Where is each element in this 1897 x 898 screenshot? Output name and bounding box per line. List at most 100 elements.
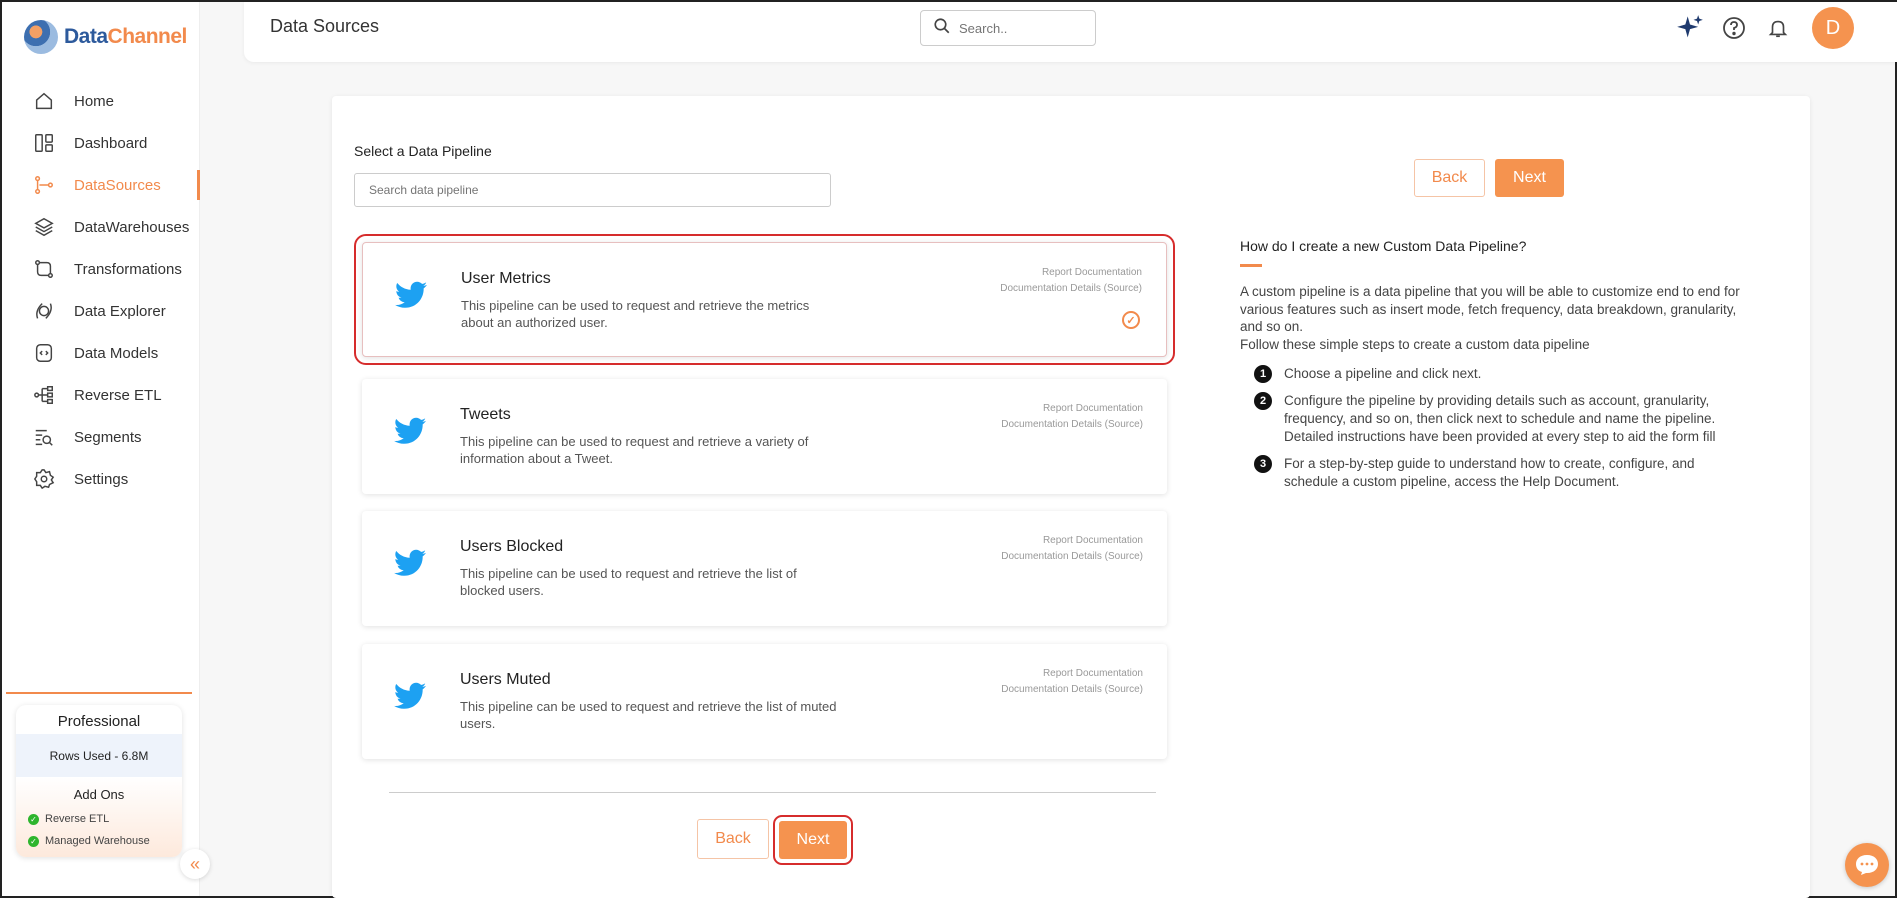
twitter-icon	[394, 682, 426, 709]
top-icons: D	[1675, 2, 1897, 54]
sidebar-divider	[6, 692, 192, 694]
step-number: 3	[1254, 455, 1272, 473]
twitter-icon	[395, 281, 427, 308]
report-documentation-link[interactable]: Report Documentation	[1043, 403, 1143, 414]
step-text: Choose a pipeline and click next.	[1284, 366, 1482, 381]
sidebar-item-data-models[interactable]: Data Models	[2, 332, 200, 374]
avatar[interactable]: D	[1812, 7, 1854, 49]
help-paragraph: A custom pipeline is a data pipeline tha…	[1240, 284, 1740, 334]
sidebar-item-datawarehouses[interactable]: DataWarehouses	[2, 206, 200, 248]
double-chevron-left-icon: «	[189, 853, 200, 874]
datasources-icon	[32, 173, 56, 197]
pipeline-card-tweets[interactable]: Tweets This pipeline can be used to requ…	[362, 379, 1167, 494]
sidebar-item-settings[interactable]: Settings	[2, 458, 200, 500]
pipeline-title: Users Muted	[460, 671, 551, 688]
next-button-top[interactable]: Next	[1495, 159, 1564, 197]
report-documentation-link[interactable]: Report Documentation	[1042, 267, 1142, 278]
explorer-icon	[32, 299, 56, 323]
step-number: 1	[1254, 365, 1272, 383]
sidebar-item-label: DataSources	[74, 176, 161, 194]
search-icon	[933, 17, 951, 40]
top-bar: Data Sources D	[244, 2, 1897, 62]
footer-divider	[389, 792, 1156, 793]
pipeline-description: This pipeline can be used to request and…	[460, 566, 797, 598]
sidebar-item-label: Settings	[74, 470, 129, 488]
reverse-etl-icon	[32, 383, 56, 407]
plan-name: Professional	[57, 713, 141, 730]
help-panel: How do I create a new Custom Data Pipeli…	[1240, 238, 1750, 500]
pipeline-title: Tweets	[460, 406, 511, 423]
sidebar-item-segments[interactable]: Segments	[2, 416, 200, 458]
pipeline-description: This pipeline can be used to request and…	[460, 699, 837, 731]
twitter-icon	[394, 549, 426, 576]
collapse-sidebar-button[interactable]: «	[180, 849, 210, 879]
brand-name: DataChannel	[64, 25, 187, 48]
search-input[interactable]	[959, 20, 1079, 36]
brand-logo[interactable]: DataChannel	[24, 20, 187, 54]
selected-check-icon: ✓	[1122, 311, 1140, 329]
select-pipeline-label: Select a Data Pipeline	[354, 143, 492, 159]
check-icon: ✓	[28, 813, 39, 825]
sidebar-item-transformations[interactable]: Transformations	[2, 248, 200, 290]
help-steps: 1 Choose a pipeline and click next. 2 Conf…	[1240, 365, 1750, 491]
page-title: Data Sources	[270, 16, 380, 36]
step-text: For a step-by-step guide to understand h…	[1284, 456, 1695, 489]
sidebar-item-datasources[interactable]: DataSources	[2, 164, 200, 206]
pipeline-description: This pipeline can be used to request and…	[461, 298, 810, 330]
main-card: Select a Data Pipeline Back Next User Me…	[332, 96, 1810, 898]
documentation-details-link[interactable]: Documentation Details (Source)	[1001, 684, 1143, 695]
dashboard-icon	[32, 131, 56, 155]
chat-icon	[1856, 855, 1878, 875]
documentation-details-link[interactable]: Documentation Details (Source)	[1001, 551, 1143, 562]
back-button-top[interactable]: Back	[1414, 159, 1485, 197]
pipeline-card-users-muted[interactable]: Users Muted This pipeline can be used to…	[362, 644, 1167, 759]
chat-button[interactable]	[1845, 843, 1889, 887]
sidebar-item-label: Reverse ETL	[74, 386, 162, 404]
next-button-bottom[interactable]: Next	[773, 815, 853, 865]
plan-card: Professional Rows Used - 6.8M Add Ons ✓ R…	[16, 705, 182, 857]
pipeline-card-user-metrics[interactable]: User Metrics This pipeline can be used t…	[354, 234, 1175, 365]
pipeline-card-users-blocked[interactable]: Users Blocked This pipeline can be used …	[362, 511, 1167, 626]
bell-icon[interactable]	[1763, 13, 1793, 43]
sidebar: DataChannel Home Dashboard DataSources D…	[2, 2, 200, 896]
global-search[interactable]	[920, 10, 1096, 46]
sidebar-item-home[interactable]: Home	[2, 80, 200, 122]
twitter-icon	[394, 417, 426, 444]
pipeline-description: This pipeline can be used to request and…	[460, 434, 809, 466]
pipeline-search-input[interactable]	[354, 173, 831, 207]
segments-icon	[32, 425, 56, 449]
help-step: 2 Configure the pipeline by providing det…	[1240, 392, 1750, 446]
step-number: 2	[1254, 392, 1272, 410]
pipeline-title: Users Blocked	[460, 538, 564, 555]
help-step: 1 Choose a pipeline and click next.	[1240, 365, 1750, 383]
sidebar-nav: Home Dashboard DataSources DataWarehouse…	[2, 80, 200, 500]
report-documentation-link[interactable]: Report Documentation	[1043, 535, 1143, 546]
sidebar-item-dashboard[interactable]: Dashboard	[2, 122, 200, 164]
rows-used: Rows Used - 6.8M	[16, 734, 182, 777]
back-button-bottom[interactable]: Back	[697, 819, 769, 859]
sidebar-item-label: Data Models	[74, 344, 159, 362]
help-accent-bar	[1240, 264, 1262, 267]
documentation-details-link[interactable]: Documentation Details (Source)	[1000, 283, 1142, 294]
step-text: Configure the pipeline by providing deta…	[1284, 393, 1716, 444]
sidebar-item-label: Segments	[74, 428, 142, 446]
sparkle-ai-icon[interactable]	[1675, 13, 1705, 43]
transform-icon	[32, 257, 56, 281]
models-icon	[32, 341, 56, 365]
help-icon[interactable]	[1719, 13, 1749, 43]
help-title: How do I create a new Custom Data Pipeli…	[1240, 238, 1527, 254]
sidebar-item-data-explorer[interactable]: Data Explorer	[2, 290, 200, 332]
home-icon	[32, 89, 56, 113]
globe-logo-icon	[24, 20, 58, 54]
sidebar-item-label: Data Explorer	[74, 302, 166, 320]
documentation-details-link[interactable]: Documentation Details (Source)	[1001, 419, 1143, 430]
sidebar-item-reverse-etl[interactable]: Reverse ETL	[2, 374, 200, 416]
report-documentation-link[interactable]: Report Documentation	[1043, 668, 1143, 679]
help-paragraph: Follow these simple steps to create a cu…	[1240, 336, 1590, 352]
layers-icon	[32, 215, 56, 239]
pipeline-title: User Metrics	[461, 270, 551, 287]
sidebar-item-label: Dashboard	[74, 134, 148, 152]
sidebar-item-label: Transformations	[74, 260, 182, 278]
addons-section: Add Ons ✓ Reverse ETL ✓ Managed Warehouse	[16, 777, 182, 857]
addon-item: ✓ Managed Warehouse	[16, 830, 182, 852]
